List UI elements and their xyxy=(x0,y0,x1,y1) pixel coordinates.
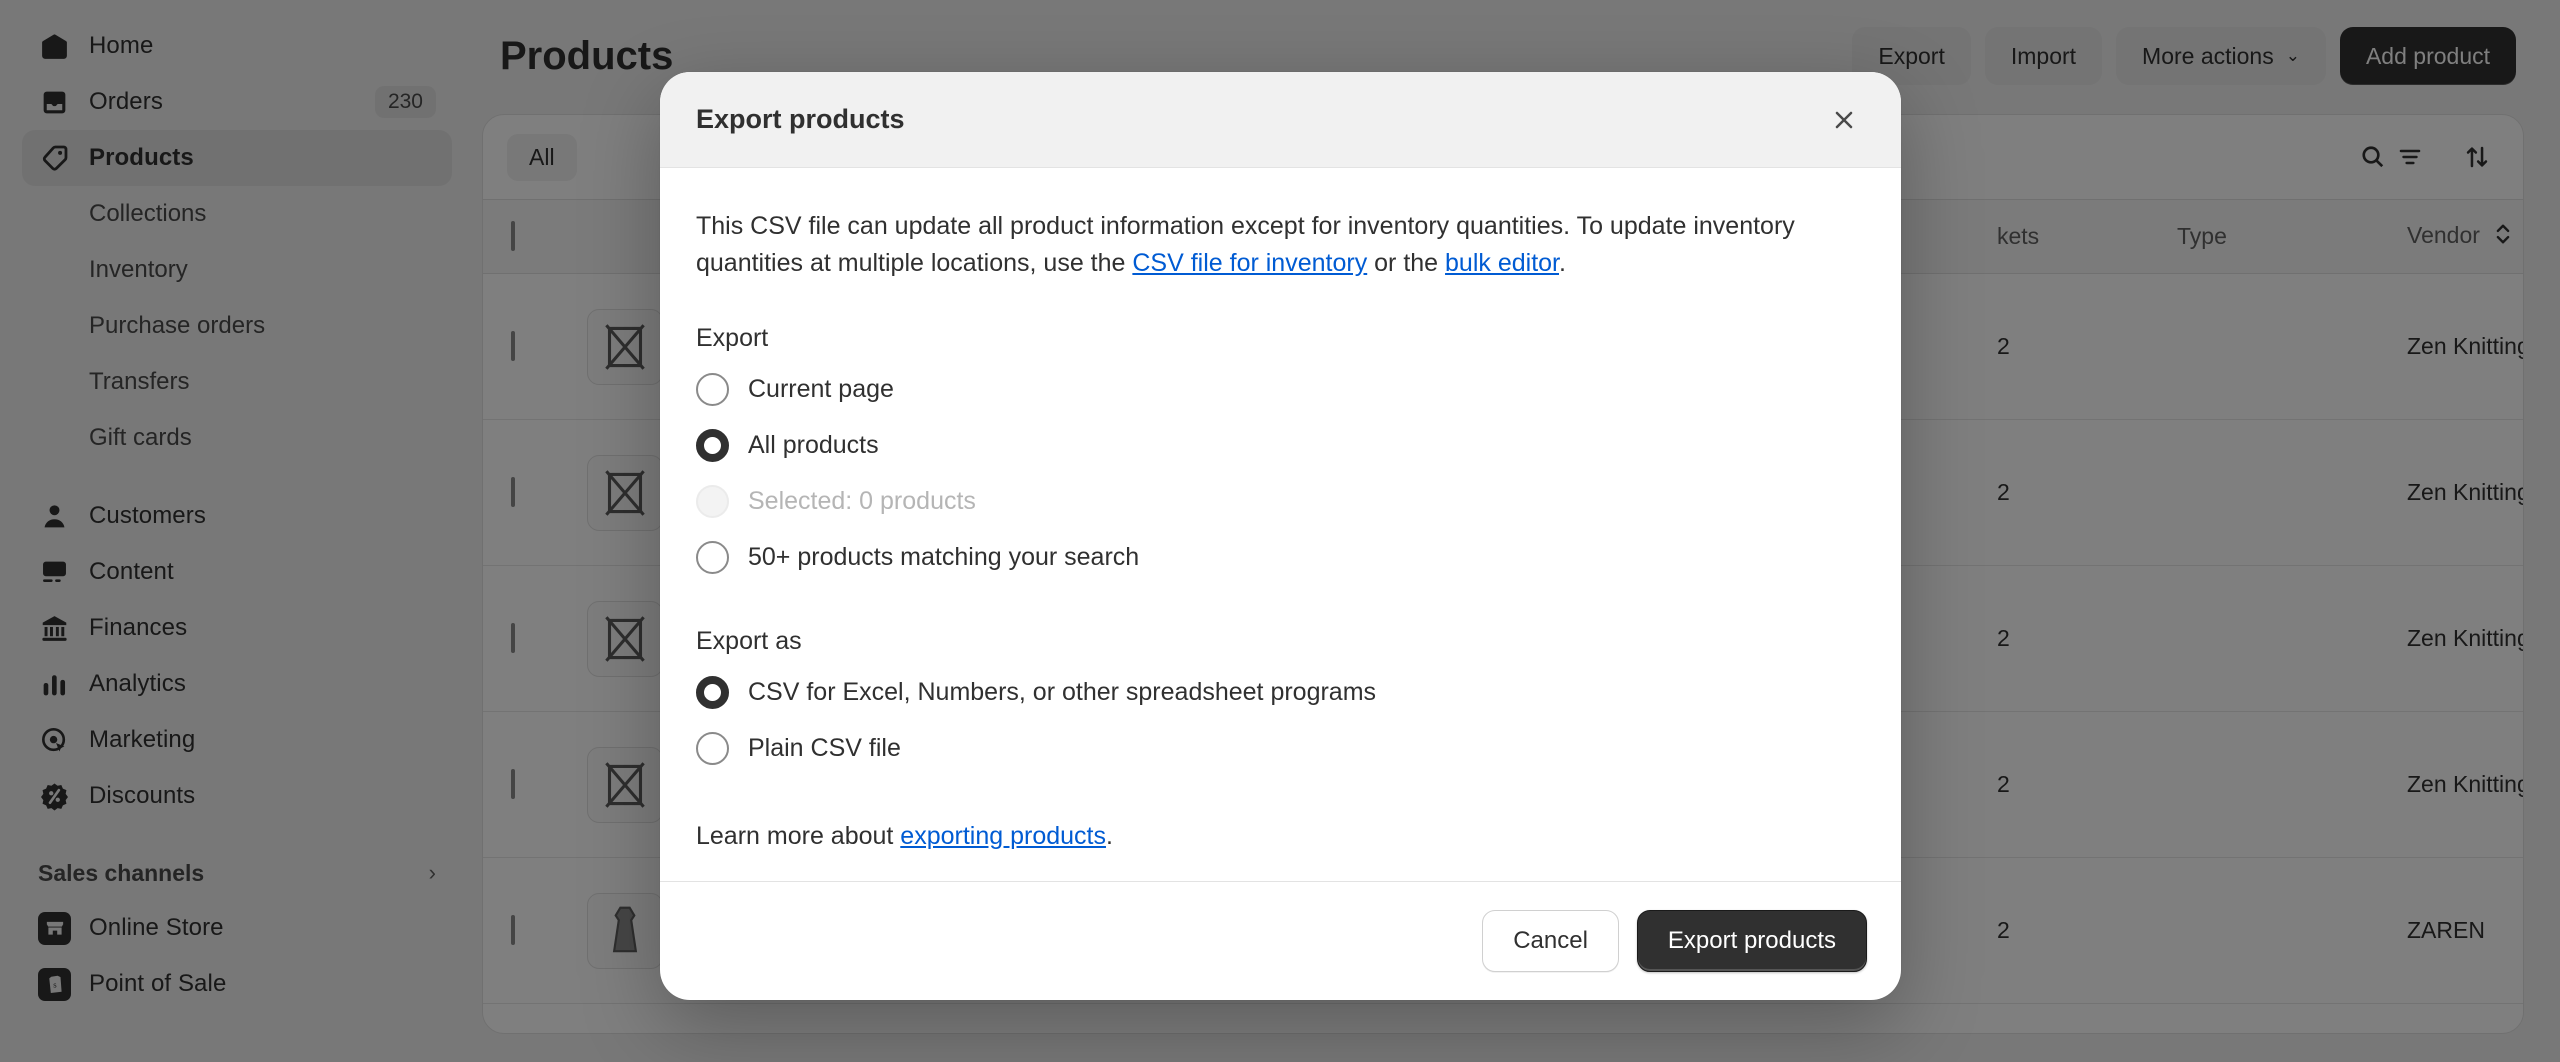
radio-all-products[interactable]: All products xyxy=(696,417,1865,473)
close-icon[interactable] xyxy=(1821,97,1867,143)
modal-footer: Cancel Export products xyxy=(660,881,1901,1000)
bulk-editor-link[interactable]: bulk editor xyxy=(1445,249,1559,277)
radio-csv-for-excel[interactable]: CSV for Excel, Numbers, or other spreads… xyxy=(696,664,1865,720)
learn-more-prefix: Learn more about xyxy=(696,822,901,850)
radio-matching-search-label: 50+ products matching your search xyxy=(748,542,1140,571)
modal-title: Export products xyxy=(696,104,905,134)
learn-more-suffix: . xyxy=(1105,822,1113,850)
radio-icon[interactable] xyxy=(696,372,729,406)
radio-current-page[interactable]: Current page xyxy=(696,361,1865,417)
radio-icon[interactable] xyxy=(696,731,729,765)
cancel-button[interactable]: Cancel xyxy=(1482,910,1619,972)
intro-part-2: or the xyxy=(1367,249,1446,277)
radio-selected-products-label: Selected: 0 products xyxy=(748,486,976,515)
radio-icon-disabled xyxy=(696,484,729,518)
radio-plain-csv-label: Plain CSV file xyxy=(748,733,901,762)
modal-header: Export products xyxy=(660,72,1901,168)
export-group-label: Export xyxy=(696,324,769,352)
radio-csv-for-excel-label: CSV for Excel, Numbers, or other spreads… xyxy=(748,677,1377,706)
export-as-group-label: Export as xyxy=(696,627,802,655)
learn-more-text: Learn more about exporting products. xyxy=(696,822,1865,851)
exporting-products-link[interactable]: exporting products xyxy=(900,822,1106,850)
app-root: Home Orders 230 Products Collections Inv… xyxy=(0,0,2560,1062)
radio-current-page-label: Current page xyxy=(748,374,894,403)
radio-icon-selected[interactable] xyxy=(696,428,729,462)
radio-icon[interactable] xyxy=(696,540,729,574)
intro-part-3: . xyxy=(1559,249,1566,277)
export-products-confirm-button[interactable]: Export products xyxy=(1636,910,1867,972)
modal-body: This CSV file can update all product inf… xyxy=(660,168,1901,881)
radio-all-products-label: All products xyxy=(748,430,879,459)
export-products-confirm-label: Export products xyxy=(1667,927,1836,954)
csv-file-for-inventory-link[interactable]: CSV file for inventory xyxy=(1132,249,1367,277)
radio-plain-csv[interactable]: Plain CSV file xyxy=(696,720,1865,776)
export-products-modal: Export products This CSV file can update… xyxy=(660,72,1901,1000)
radio-matching-search[interactable]: 50+ products matching your search xyxy=(696,529,1865,585)
radio-icon-selected[interactable] xyxy=(696,675,729,709)
radio-selected-products: Selected: 0 products xyxy=(696,473,1865,529)
cancel-button-label: Cancel xyxy=(1513,927,1588,954)
modal-intro-text: This CSV file can update all product inf… xyxy=(696,208,1816,282)
